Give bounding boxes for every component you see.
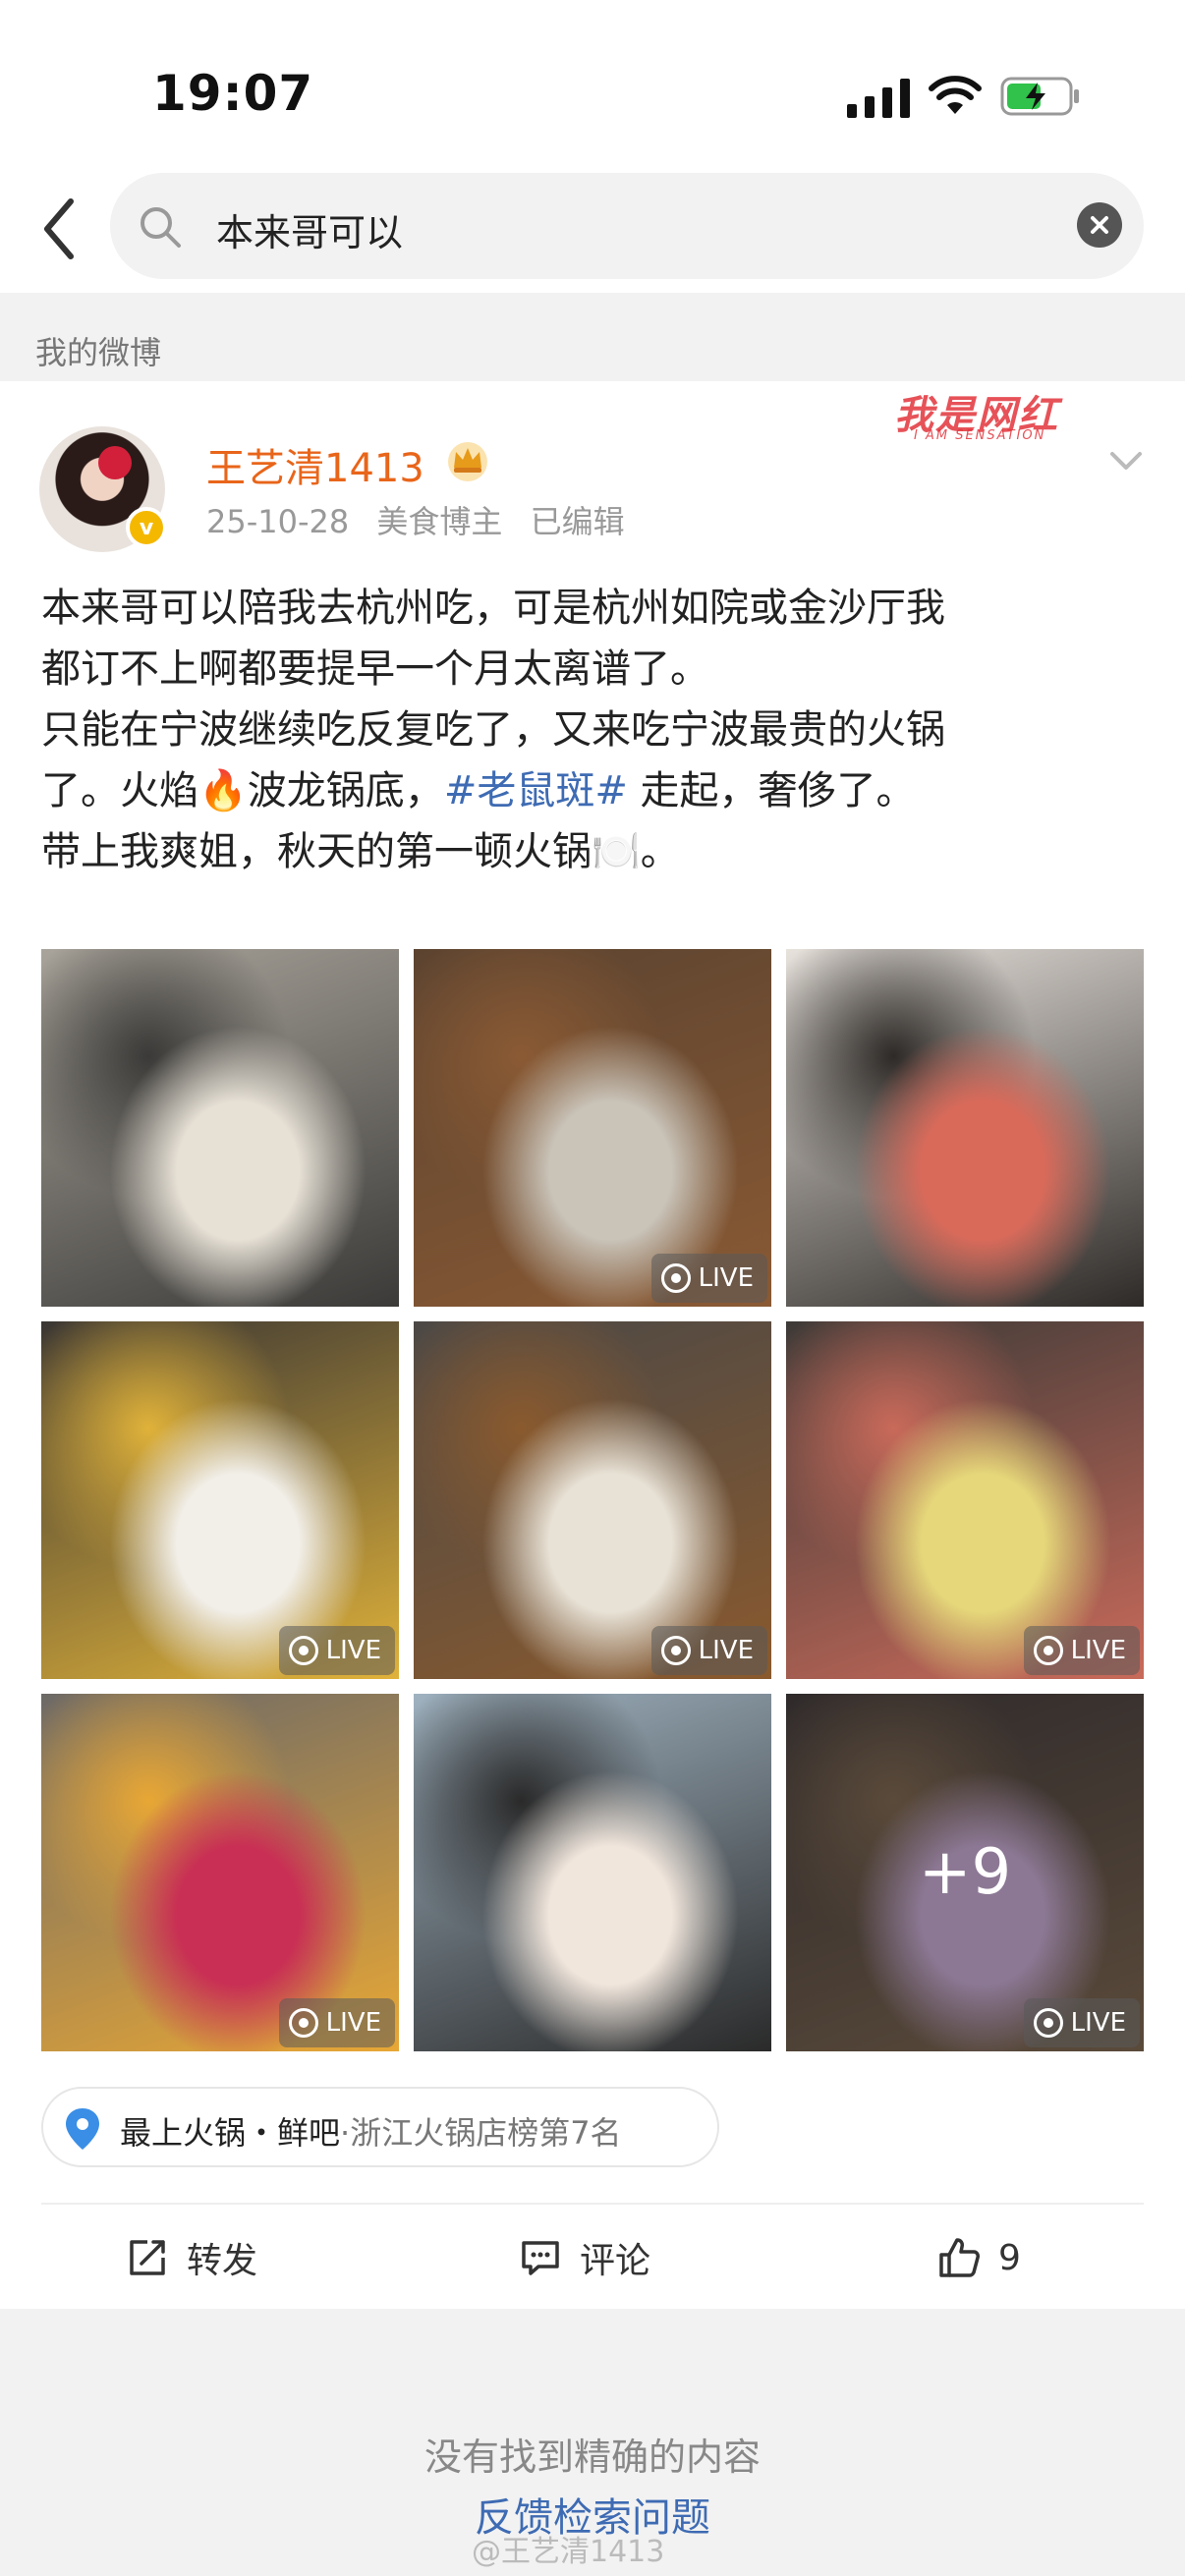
location-pin-icon (66, 2108, 99, 2150)
section-title: 我的微博 (35, 334, 162, 371)
live-photo-badge: LIVE (1023, 1998, 1140, 2047)
post-photo[interactable] (414, 1694, 771, 2051)
post-text-line: 本来哥可以陪我去杭州吃，可是杭州如院或金沙厅我 (41, 586, 945, 631)
post-photo[interactable]: LIVE (786, 1321, 1144, 1679)
post-text-line: 了。火焰🔥波龙锅底，#老鼠斑# 走起，奢侈了。 (41, 760, 1148, 821)
section-header: 我的微博 (0, 293, 1185, 381)
live-label: LIVE (325, 2008, 381, 2038)
live-photo-icon (288, 2008, 318, 2038)
live-photo-icon (660, 1263, 691, 1293)
battery-icon (1000, 77, 1079, 116)
post-text-segment: 走起，奢侈了。 (627, 768, 916, 813)
search-icon (141, 207, 181, 248)
live-label: LIVE (1070, 1636, 1126, 1665)
chevron-down-icon[interactable] (1106, 440, 1146, 479)
post-photo[interactable]: LIVE (41, 1321, 399, 1679)
live-photo-icon (288, 1636, 318, 1665)
repost-button[interactable]: 转发 (126, 2230, 257, 2285)
live-photo-icon (660, 1636, 691, 1665)
live-photo-icon (1033, 2008, 1063, 2038)
live-photo-badge: LIVE (650, 1626, 767, 1675)
live-label: LIVE (325, 1636, 381, 1665)
live-photo-icon (1033, 1636, 1063, 1665)
wifi-icon (929, 76, 982, 114)
live-photo-badge: LIVE (278, 1626, 395, 1675)
post-actions: 转发 评论 9 (0, 2207, 1185, 2309)
clear-search-button[interactable] (1077, 202, 1122, 248)
search-query: 本来哥可以 (216, 211, 404, 254)
search-header: 本来哥可以 (0, 167, 1185, 285)
location-text: 最上火锅・鲜吧·浙江火锅店榜第7名 (120, 2108, 622, 2154)
cellular-signal-icon (847, 79, 910, 118)
brand-watermark-sub: I AM SENSATION (914, 428, 1046, 443)
thumbs-up-icon (939, 2238, 980, 2277)
like-count: 9 (998, 2237, 1021, 2278)
post-author[interactable]: 王艺清1413 (206, 436, 424, 493)
edited-label: 已编辑 (530, 503, 625, 540)
search-input[interactable]: 本来哥可以 (110, 173, 1144, 279)
weibo-watermark: @王艺清1413 (472, 2535, 665, 2569)
post-photo[interactable] (786, 949, 1144, 1307)
post-text-line: 带上我爽姐，秋天的第一顿火锅🍽️。 (41, 829, 680, 874)
live-photo-badge: LIVE (278, 1998, 395, 2047)
post-date: 25-10-28 (206, 503, 350, 540)
back-button[interactable] (29, 185, 88, 273)
post-photo[interactable] (41, 949, 399, 1307)
live-photo-badge: LIVE (1023, 1626, 1140, 1675)
no-exact-results-text: 没有找到精确的内容 (423, 2436, 761, 2479)
repost-icon (130, 2240, 165, 2275)
location-tag[interactable]: 最上火锅・鲜吧·浙江火锅店榜第7名 (41, 2087, 719, 2167)
status-time: 19:07 (152, 65, 314, 122)
post-text-line: 只能在宁波继续吃反复吃了，又来吃宁波最贵的火锅 (41, 707, 945, 753)
divider (41, 2203, 1144, 2205)
close-icon (1091, 216, 1108, 234)
verified-badge-icon: v (126, 507, 167, 548)
hashtag-link[interactable]: #老鼠斑# (444, 768, 628, 813)
comment-label: 评论 (580, 2241, 651, 2281)
crown-icon (448, 442, 487, 481)
live-label: LIVE (698, 1636, 754, 1665)
comment-button[interactable]: 评论 (519, 2230, 650, 2285)
live-label: LIVE (1070, 2008, 1126, 2038)
post-photo[interactable]: LIVE (414, 949, 771, 1307)
avatar-flower (98, 446, 132, 479)
comment-icon (522, 2241, 559, 2275)
author-role: 美食博主 (376, 503, 503, 540)
repost-label: 转发 (187, 2241, 258, 2281)
search-footer: 没有找到精确的内容 反馈检索问题 @王艺清1413 (0, 2309, 1185, 2576)
photo-grid: LIVE LIVE LIVE LIVE LIVE +9 LIVE (41, 949, 1144, 2051)
post-meta: 25-10-28 美食博主 已编辑 (206, 497, 643, 542)
location-name: 最上火锅・鲜吧 (120, 2114, 341, 2152)
live-label: LIVE (698, 1263, 754, 1293)
post-photo[interactable]: LIVE (414, 1321, 771, 1679)
location-rank: ·浙江火锅店榜第7名 (340, 2114, 622, 2152)
live-photo-badge: LIVE (650, 1254, 767, 1303)
post-photo[interactable]: +9 LIVE (786, 1694, 1144, 2051)
chevron-left-icon (44, 198, 74, 259)
status-bar: 19:07 (0, 0, 1185, 167)
post-text-segment: 了。火焰🔥波龙锅底， (41, 768, 444, 813)
weibo-post[interactable]: v 王艺清1413 25-10-28 美食博主 已编辑 我是网红 I AM SE… (0, 381, 1185, 2309)
post-photo[interactable]: LIVE (41, 1694, 399, 2051)
post-text-line: 都订不上啊都要提早一个月太离谱了。 (41, 646, 709, 692)
like-button[interactable]: 9 (937, 2230, 1021, 2285)
post-text: 本来哥可以陪我去杭州吃，可是杭州如院或金沙厅我 都订不上啊都要提早一个月太离谱了… (41, 578, 1148, 882)
